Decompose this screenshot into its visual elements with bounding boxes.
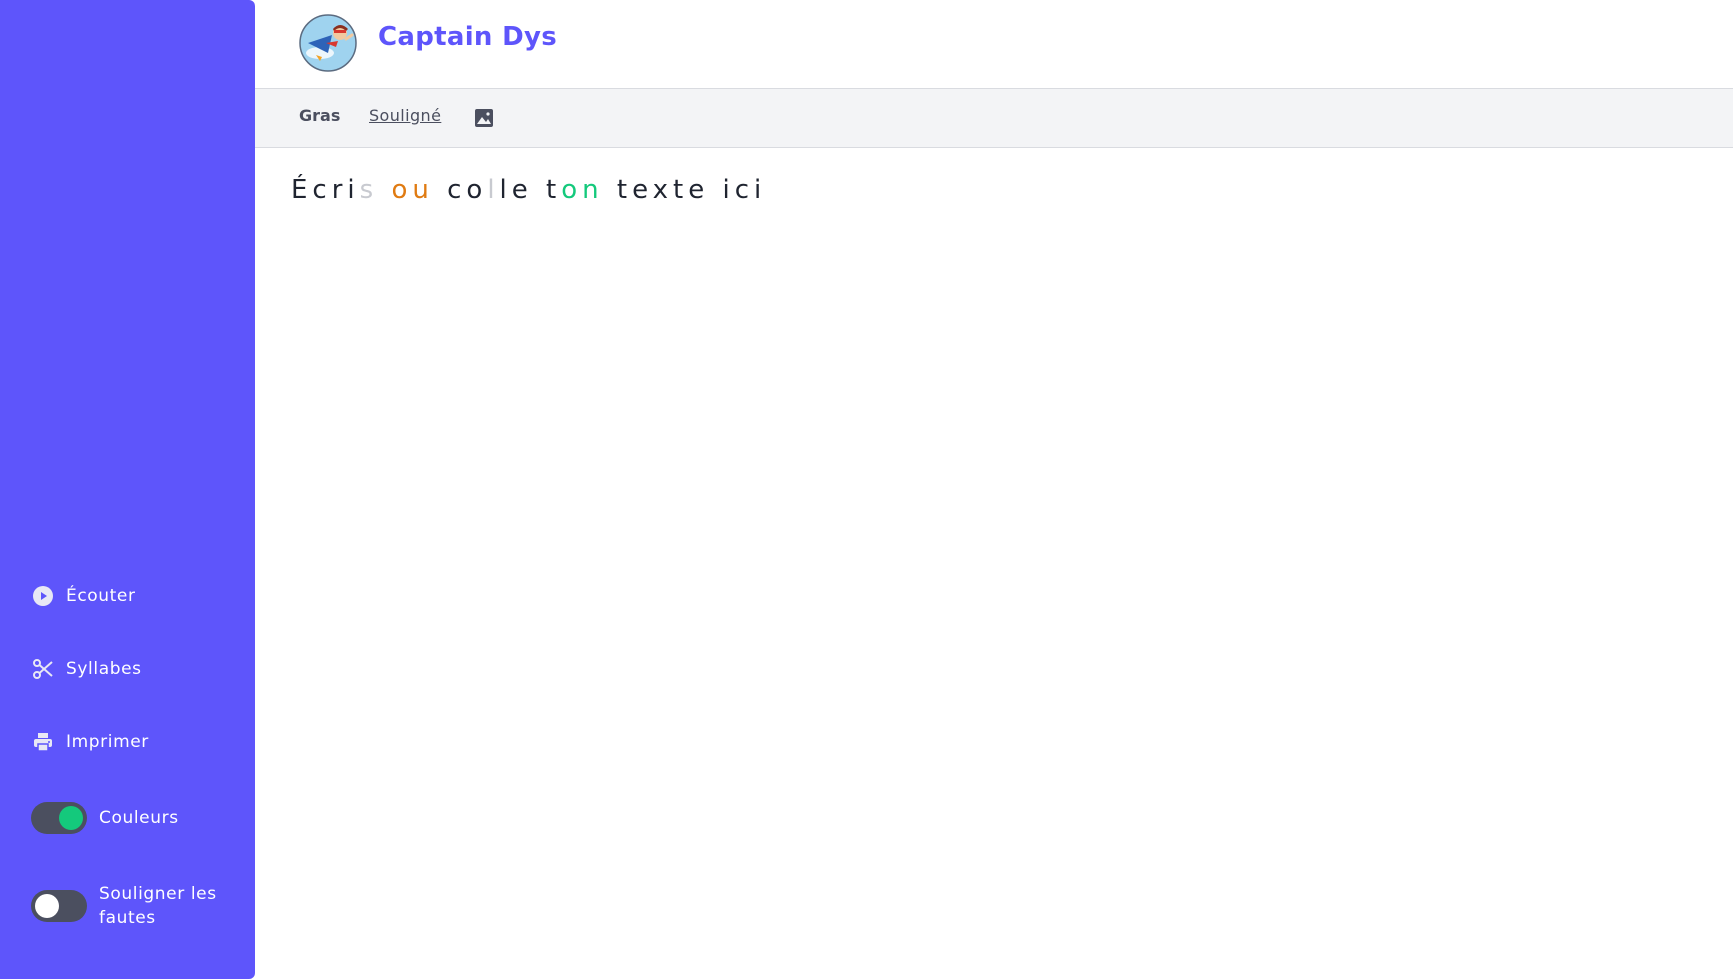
underline-faults-toggle-label: Souligner les fautes xyxy=(99,884,217,928)
printer-icon xyxy=(31,730,55,754)
play-circle-icon xyxy=(31,584,55,608)
toggle-knob xyxy=(35,894,59,918)
syllables-label: Syllabes xyxy=(66,659,142,679)
app-root: Écouter Syllabes Imprimer Couleurs Souli… xyxy=(0,0,1733,979)
underline-faults-toggle-row: Souligner les fautes xyxy=(31,882,229,930)
colors-toggle-row: Couleurs xyxy=(31,802,179,834)
placeholder-segment xyxy=(378,175,391,205)
placeholder-segment: texte ici xyxy=(603,175,767,205)
placeholder-segment: on xyxy=(561,175,604,205)
sidebar: Écouter Syllabes Imprimer Couleurs Souli… xyxy=(0,0,255,979)
formatting-toolbar: Gras Souligné xyxy=(255,89,1733,148)
placeholder-segment: co xyxy=(433,175,488,205)
bold-button[interactable]: Gras xyxy=(299,106,340,125)
listen-label: Écouter xyxy=(66,586,136,606)
toggle-knob xyxy=(59,806,83,830)
print-label: Imprimer xyxy=(66,732,149,752)
insert-image-button[interactable] xyxy=(474,108,496,130)
app-title[interactable]: Captain Dys xyxy=(378,22,557,52)
placeholder-segment: s xyxy=(359,175,379,205)
underline-faults-toggle[interactable] xyxy=(31,890,87,922)
image-icon xyxy=(475,109,493,127)
placeholder-segment: l xyxy=(487,175,500,205)
placeholder-segment: Écri xyxy=(291,175,360,205)
placeholder-segment: le t xyxy=(499,175,562,205)
underline-button[interactable]: Souligné xyxy=(369,106,441,125)
app-header: Captain Dys xyxy=(255,0,1733,89)
syllables-button[interactable]: Syllabes xyxy=(31,657,142,681)
captain-dys-logo xyxy=(298,13,358,73)
colors-toggle-label: Couleurs xyxy=(99,808,179,828)
scissors-icon xyxy=(31,657,55,681)
editor-placeholder: Écris ou colle ton texte ici xyxy=(291,175,766,205)
print-button[interactable]: Imprimer xyxy=(31,730,149,754)
listen-button[interactable]: Écouter xyxy=(31,584,136,608)
colors-toggle[interactable] xyxy=(31,802,87,834)
text-editor[interactable]: Écris ou colle ton texte ici xyxy=(255,148,1733,979)
placeholder-segment: ou xyxy=(391,175,434,205)
